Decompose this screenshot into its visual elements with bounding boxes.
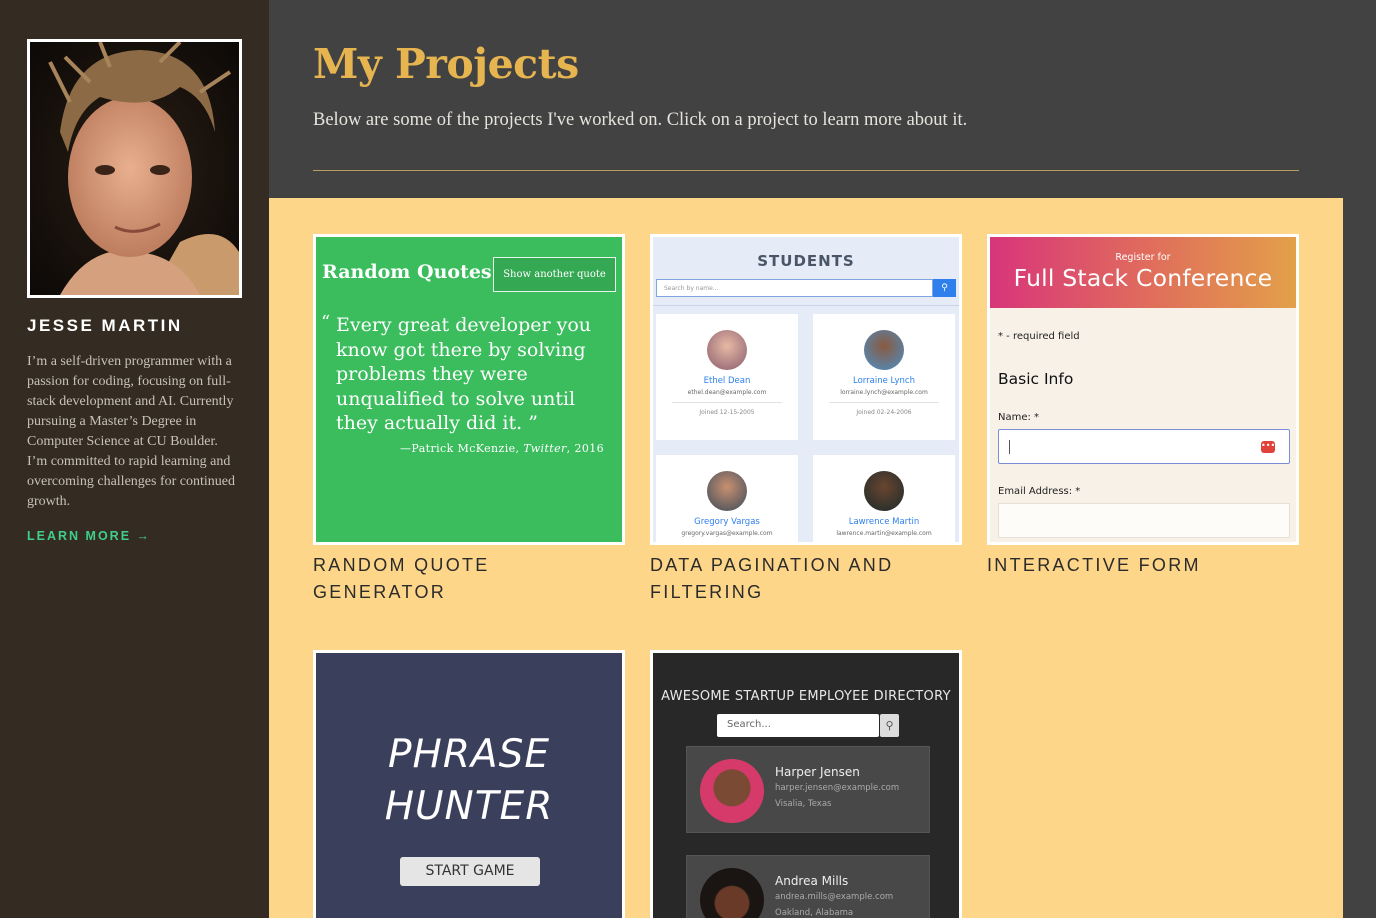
thumb-required-note: * - required field [998, 331, 1080, 342]
thumb-start-game-button: START GAME [400, 857, 540, 886]
student-email: lorraine.lynch@example.com [840, 389, 928, 396]
project-thumbnail[interactable]: Random Quotes Show another quote “Every … [313, 234, 625, 545]
learn-more-link[interactable]: LEARN MORE → [27, 529, 151, 543]
employee-card: Andrea Mills andrea.mills@example.com Oa… [686, 855, 930, 918]
project-thumbnail[interactable]: Register for Full Stack Conference * - r… [987, 234, 1299, 545]
thumb-author-year: , 2016 [566, 442, 605, 455]
thumb-quote-author: —Patrick McKenzie, Twitter, 2016 [400, 442, 604, 455]
project-thumbnail[interactable]: PHRASE HUNTER START GAME [313, 650, 625, 918]
employee-avatar [700, 868, 764, 918]
thumb-divider [653, 305, 959, 306]
project-thumbnail[interactable]: STUDENTS Search by name... ⚲ Ethel Dean … [650, 234, 962, 545]
profile-name: JESSE MARTIN [27, 316, 183, 335]
profile-bio: I’m a self-driven programmer with a pass… [27, 354, 235, 509]
project-thumbnail[interactable]: AWESOME STARTUP EMPLOYEE DIRECTORY Searc… [650, 650, 962, 918]
thumb-author-name: —Patrick McKenzie, [400, 442, 520, 455]
student-card: Gregory Vargas gregory.vargas@example.co… [656, 455, 798, 542]
thumb-conference-title: Full Stack Conference [1013, 264, 1273, 292]
student-avatar [707, 330, 747, 370]
student-joined: Joined 02-24-2006 [856, 409, 912, 416]
projects-panel: Random Quotes Show another quote “Every … [269, 198, 1343, 918]
project-title[interactable]: INTERACTIVE FORM [987, 552, 1299, 579]
student-name: Lawrence Martin [848, 517, 920, 527]
project-title[interactable]: RANDOM QUOTE GENERATOR [313, 552, 625, 606]
project-card-random-quote[interactable]: Random Quotes Show another quote “Every … [313, 234, 625, 606]
project-card-employee-directory[interactable]: AWESOME STARTUP EMPLOYEE DIRECTORY Searc… [650, 650, 962, 918]
student-name: Gregory Vargas [694, 517, 760, 527]
thumb-quote-text: Every great developer you know got there… [336, 314, 592, 434]
project-card-interactive-form[interactable]: Register for Full Stack Conference * - r… [987, 234, 1299, 579]
employee-avatar [700, 759, 764, 823]
student-avatar [864, 330, 904, 370]
page-title: My Projects [313, 40, 579, 88]
sidebar: JESSE MARTIN I’m a self-driven programme… [0, 0, 269, 918]
thumb-heading: Random Quotes [322, 261, 492, 283]
thumb-game-title: PHRASE HUNTER [316, 729, 622, 833]
employee-name: Andrea Mills [775, 874, 849, 888]
thumb-email-field [998, 503, 1290, 538]
student-email: lawrence.martin@example.com [836, 530, 932, 537]
thumb-show-quote-button: Show another quote [493, 257, 616, 292]
project-card-phrase-hunter[interactable]: PHRASE HUNTER START GAME [313, 650, 625, 918]
employee-email: harper.jensen@example.com [775, 783, 900, 793]
header-divider [313, 170, 1299, 171]
thumb-heading: AWESOME STARTUP EMPLOYEE DIRECTORY [661, 689, 951, 704]
thumb-section-title: Basic Info [998, 370, 1074, 388]
employee-name: Harper Jensen [775, 765, 860, 779]
thumb-heading: STUDENTS [757, 252, 855, 270]
employee-email: andrea.mills@example.com [775, 892, 894, 902]
thumb-conference-banner: Register for Full Stack Conference [990, 237, 1296, 308]
password-manager-icon: ••• [1261, 441, 1275, 453]
thumb-quote: “Every great developer you know got ther… [321, 312, 616, 436]
student-avatar [707, 471, 747, 511]
student-joined: Joined 12-15-2005 [699, 409, 755, 416]
project-title[interactable]: DATA PAGINATION AND FILTERING [650, 552, 962, 606]
student-name: Ethel Dean [703, 376, 751, 386]
thumb-open-quote-mark: “ [321, 312, 331, 333]
employee-location: Visalia, Texas [775, 799, 832, 809]
thumb-register-for: Register for [1115, 252, 1171, 263]
student-name: Lorraine Lynch [853, 376, 915, 386]
page-subtitle: Below are some of the projects I've work… [313, 110, 968, 130]
project-card-data-pagination[interactable]: STUDENTS Search by name... ⚲ Ethel Dean … [650, 234, 962, 606]
student-card: Lawrence Martin lawrence.martin@example.… [813, 455, 955, 542]
thumb-email-label: Email Address: * [998, 486, 1081, 497]
student-email: gregory.vargas@example.com [681, 530, 773, 537]
profile-photo [27, 39, 242, 298]
student-card: Ethel Dean ethel.dean@example.com Joined… [656, 314, 798, 440]
thumb-title-line-1: PHRASE [387, 732, 551, 777]
thumb-search-input: Search... [717, 714, 879, 737]
thumb-name-label: Name: * [998, 412, 1040, 423]
student-email: ethel.dean@example.com [687, 389, 767, 396]
thumb-author-source: Twitter [523, 442, 567, 455]
thumb-close-quote-mark: ” [528, 412, 538, 434]
student-card: Lorraine Lynch lorraine.lynch@example.co… [813, 314, 955, 440]
search-icon: ⚲ [880, 714, 899, 737]
search-icon: ⚲ [933, 279, 956, 297]
employee-card: Harper Jensen harper.jensen@example.com … [686, 746, 930, 833]
thumb-name-field: ••• [998, 429, 1290, 464]
thumb-title-line-2: HUNTER [384, 784, 554, 829]
student-avatar [864, 471, 904, 511]
thumb-search-input: Search by name... [656, 279, 933, 297]
employee-location: Oakland, Alabama [775, 908, 854, 918]
